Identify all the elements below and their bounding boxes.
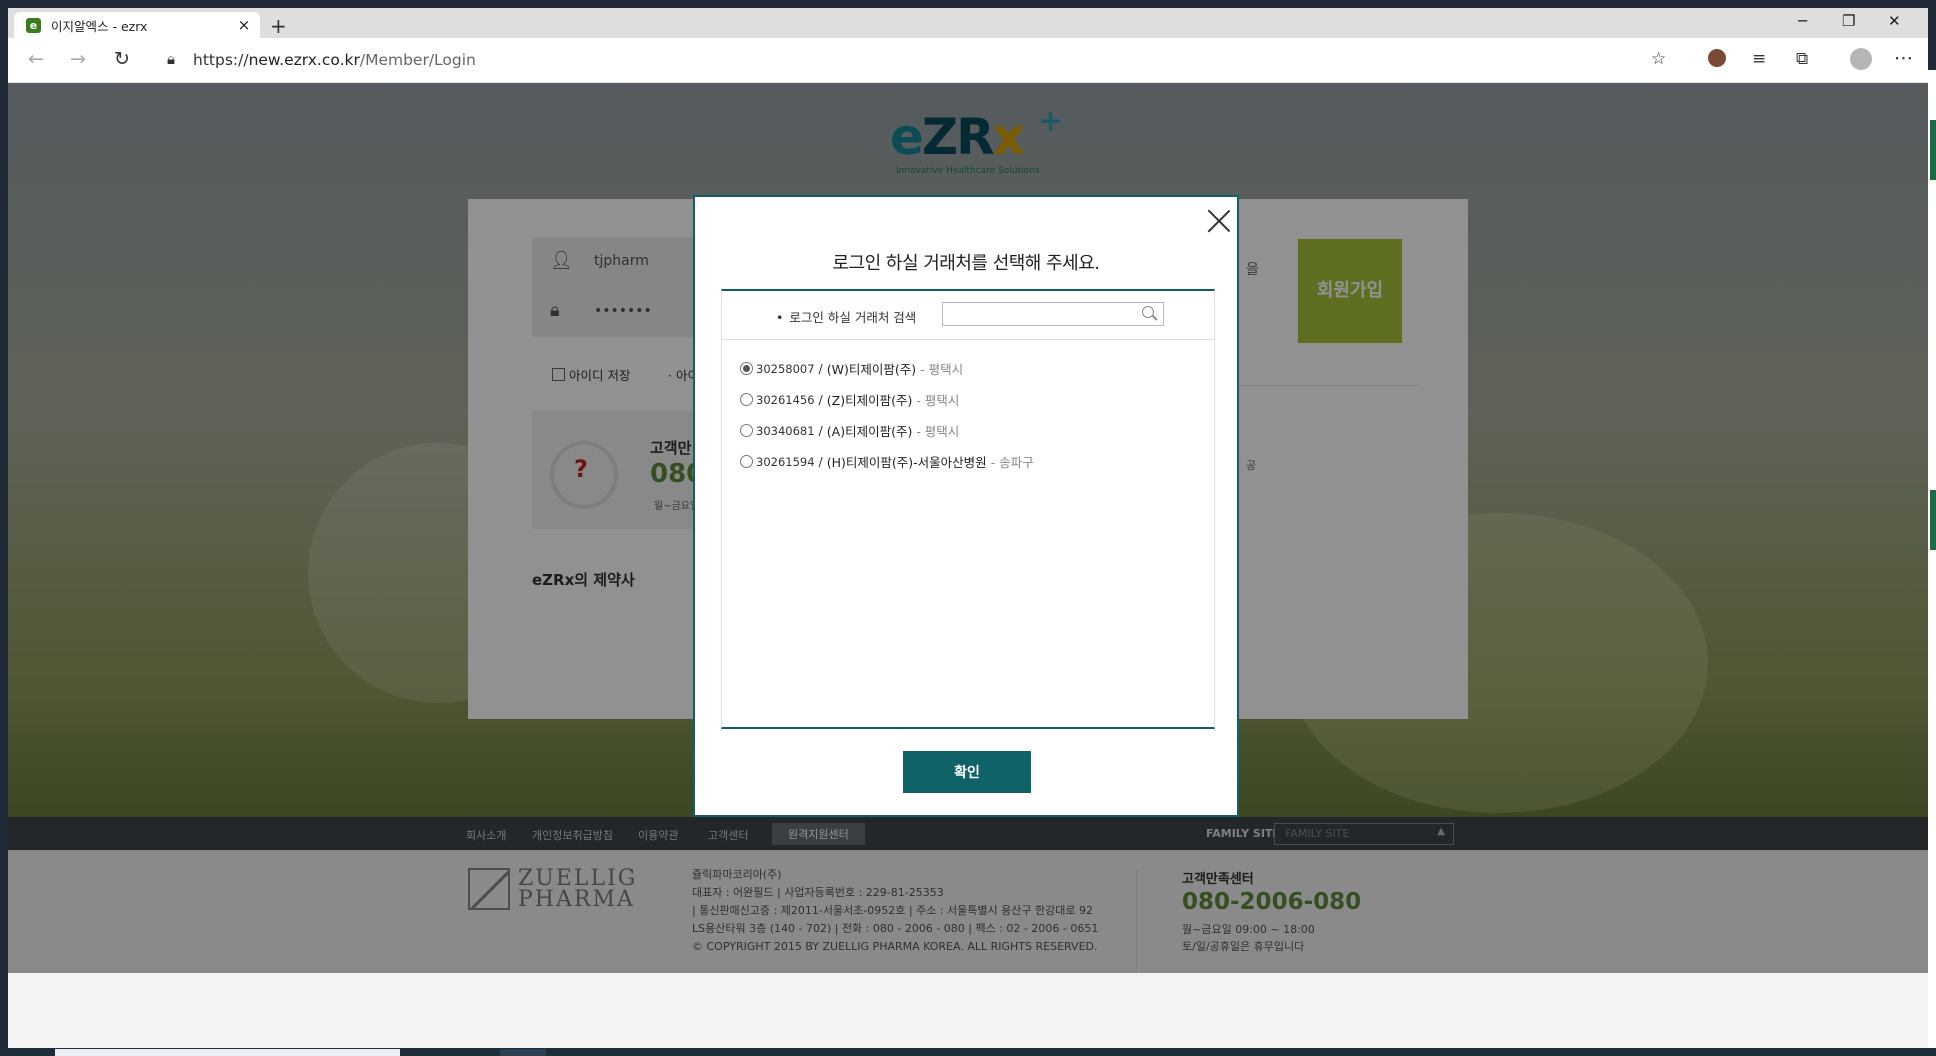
account-region: - 평택시 (916, 424, 960, 439)
more-menu-icon[interactable]: ⋯ (1894, 47, 1913, 69)
restore-icon[interactable]: ❐ (1842, 12, 1855, 30)
forward-icon[interactable]: → (70, 48, 86, 70)
page-viewport: eZRx + Innovative Healthcare Solutions 👤… (8, 83, 1928, 1048)
close-tab-icon[interactable]: × (234, 16, 254, 34)
lock-icon: 🔒︎ (167, 50, 175, 68)
account-search-input[interactable] (942, 302, 1164, 326)
radio-selected[interactable] (740, 362, 753, 375)
tab-strip: e 이지알엑스 - ezrx × + ─ ❐ ✕ (8, 8, 1928, 38)
refresh-icon[interactable]: ↻ (114, 48, 130, 70)
taskbar (0, 1048, 1936, 1056)
favorite-star-icon[interactable]: ☆ (1651, 49, 1666, 69)
account-option[interactable]: 30340681 / (A)티제이팜(주) - 평택시 (740, 415, 1034, 446)
address-bar-row: ← → ↻ 🔒︎ https://new.ezrx.co.kr/Member/L… (8, 38, 1928, 83)
account-option[interactable]: 30258007 / (W)티제이팜(주) - 평택시 (740, 353, 1034, 384)
url-field[interactable]: https://new.ezrx.co.kr/Member/Login (193, 51, 476, 69)
account-code: 30340681 (756, 423, 815, 438)
minimize-icon[interactable]: ─ (1798, 12, 1807, 30)
browser-tab[interactable]: e 이지알엑스 - ezrx × (14, 12, 260, 38)
confirm-button[interactable]: 확인 (903, 751, 1031, 793)
account-name: (H)티제이팜(주)-서울아산병원 (826, 455, 987, 470)
modal-title: 로그인 하실 거래처를 선택해 주세요. (832, 253, 1100, 274)
back-icon[interactable]: ← (28, 48, 44, 70)
account-region: - 평택시 (920, 362, 964, 377)
taskbar-app[interactable] (500, 1049, 546, 1056)
browser-window: e 이지알엑스 - ezrx × + ─ ❐ ✕ ← → ↻ 🔒︎ https:… (8, 8, 1928, 1048)
url-host: new.ezrx.co.kr (248, 51, 360, 69)
extension-icon[interactable] (1708, 49, 1726, 67)
account-options: 30258007 / (W)티제이팜(주) - 평택시 30261456 / (… (740, 353, 1034, 477)
favorites-list-icon[interactable]: ≡ (1752, 49, 1766, 69)
account-code: 30261456 (756, 392, 815, 407)
search-row: 로그인 하실 거래처 검색 (722, 291, 1214, 340)
url-scheme: https:// (193, 51, 249, 69)
side-accent (1930, 120, 1936, 180)
radio[interactable] (740, 455, 753, 468)
close-icon[interactable] (1207, 209, 1231, 233)
new-tab-icon[interactable]: + (270, 14, 287, 38)
radio[interactable] (740, 424, 753, 437)
tab-title: 이지알엑스 - ezrx (51, 18, 148, 34)
account-option[interactable]: 30261594 / (H)티제이팜(주)-서울아산병원 - 송파구 (740, 446, 1034, 477)
account-list-box: 로그인 하실 거래처 검색 30258007 / (W)티제이팜(주) - 평택… (721, 289, 1215, 729)
account-region: - 송파구 (990, 455, 1034, 470)
account-option[interactable]: 30261456 / (Z)티제이팜(주) - 평택시 (740, 384, 1034, 415)
account-code: 30258007 (756, 361, 815, 376)
radio[interactable] (740, 393, 753, 406)
side-accent (1930, 490, 1936, 550)
window-close-icon[interactable]: ✕ (1888, 12, 1901, 30)
collections-icon[interactable]: ⧉ (1796, 49, 1808, 69)
search-label: 로그인 하실 거래처 검색 (776, 307, 916, 326)
url-path: /Member/Login (359, 51, 476, 69)
account-name: (A)티제이팜(주) (826, 424, 913, 439)
taskbar-search[interactable] (55, 1049, 400, 1056)
account-code: 30261594 (756, 454, 815, 469)
side-strip (1928, 70, 1936, 1050)
account-select-modal: 로그인 하실 거래처를 선택해 주세요. 로그인 하실 거래처 검색 30258… (693, 195, 1239, 817)
account-region: - 평택시 (916, 393, 960, 408)
search-icon[interactable] (1141, 305, 1158, 321)
profile-avatar[interactable] (1850, 48, 1872, 70)
account-name: (W)티제이팜(주) (826, 362, 917, 377)
ezrx-favicon-icon: e (26, 17, 41, 33)
account-name: (Z)티제이팜(주) (826, 393, 913, 408)
